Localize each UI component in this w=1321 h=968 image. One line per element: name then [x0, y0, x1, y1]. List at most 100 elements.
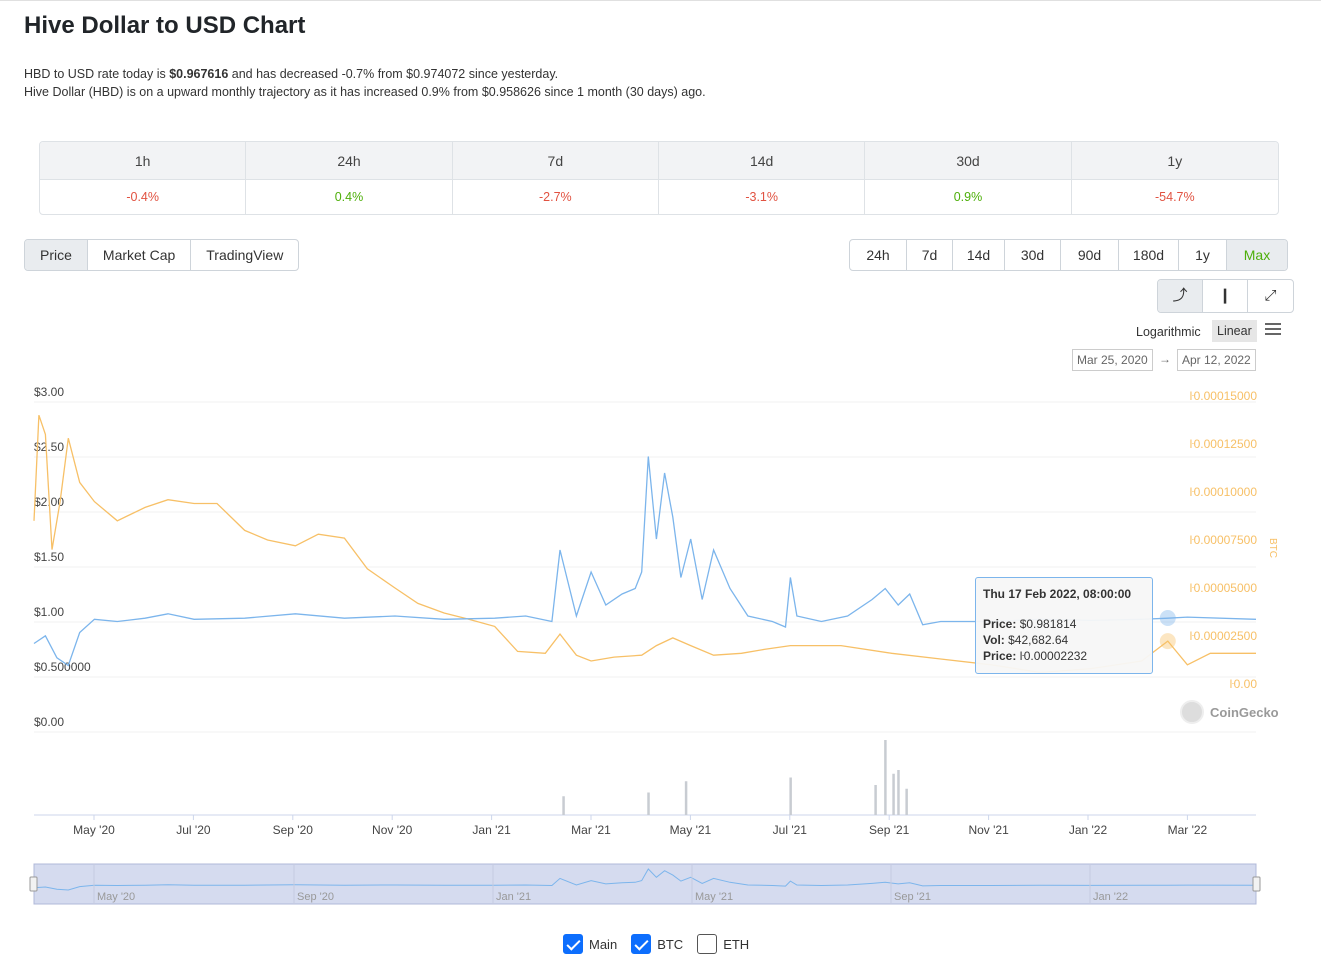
tooltip-btc: Price: ŀ0.00002232: [983, 648, 1145, 664]
perf-value: -0.4%: [126, 190, 159, 204]
tab-price[interactable]: Price: [25, 240, 88, 270]
y-left-tick-label: $2.50: [34, 440, 64, 454]
x-tick-label: Sep '20: [273, 823, 314, 837]
series-legend: Main BTC ETH: [563, 934, 749, 954]
chart-view-tabs: ⤴ ❙ ⤢: [1157, 279, 1294, 313]
tooltip-price-value: $0.981814: [1016, 617, 1077, 631]
legend-main[interactable]: Main: [563, 934, 617, 954]
usd-hover-marker: [1159, 610, 1176, 627]
y-left-tick-label: $1.00: [34, 605, 64, 619]
hamburger-menu-icon[interactable]: [1265, 323, 1281, 337]
perf-header: 1h: [40, 142, 246, 180]
perf-col-1y: 1y -54.7%: [1071, 142, 1278, 214]
perf-col-7d: 7d -2.7%: [452, 142, 659, 214]
top-border: [0, 0, 1321, 3]
perf-header: 30d: [865, 142, 1071, 180]
x-tick-label: Mar '22: [1168, 823, 1208, 837]
y-right-tick-label: ŀ0.00: [1230, 677, 1258, 691]
range-180d[interactable]: 180d: [1119, 240, 1179, 270]
perf-col-14d: 14d -3.1%: [658, 142, 866, 214]
legend-eth[interactable]: ETH: [697, 934, 749, 954]
gecko-logo-icon: [1180, 700, 1204, 724]
perf-col-1h: 1h -0.4%: [40, 142, 247, 214]
x-tick-label: Jul '21: [773, 823, 808, 837]
y-right-axis-label: BTC: [1267, 538, 1278, 558]
navigator-tick-label: May '21: [695, 891, 733, 903]
volume-bar: [789, 777, 792, 815]
range-max[interactable]: Max: [1227, 240, 1287, 270]
perf-col-30d: 30d 0.9%: [865, 142, 1072, 214]
watermark-text: CoinGecko: [1210, 704, 1279, 720]
current-price: $0.967616: [169, 67, 229, 81]
y-right-tick-label: ŀ0.00012500: [1190, 437, 1258, 451]
navigator-window: [33, 863, 1257, 905]
range-24h[interactable]: 24h: [850, 240, 907, 270]
summary-prefix: HBD to USD rate today is: [24, 67, 170, 81]
range-30d[interactable]: 30d: [1005, 240, 1061, 270]
y-right-tick-label: ŀ0.00015000: [1190, 389, 1258, 403]
logarithmic-scale-button[interactable]: Logarithmic: [1136, 325, 1201, 339]
legend-checkbox[interactable]: [631, 934, 652, 954]
summary-suffix: and has decreased -0.7% from $0.974072 s…: [228, 67, 559, 81]
navigator-tick-label: May '20: [97, 891, 135, 903]
perf-col-24h: 24h 0.4%: [246, 142, 453, 214]
x-tick-label: Mar '21: [571, 823, 611, 837]
volume-bar: [684, 781, 688, 815]
linear-scale-button[interactable]: Linear: [1212, 320, 1257, 342]
legend-label: ETH: [723, 936, 750, 952]
date-from-input[interactable]: Mar 25, 2020: [1072, 349, 1153, 371]
x-tick-label: Nov '21: [968, 823, 1009, 837]
legend-label: BTC: [657, 936, 684, 952]
perf-value: -3.1%: [745, 190, 778, 204]
x-tick-label: Sep '21: [869, 823, 910, 837]
y-left-tick-label: $0.00: [34, 715, 64, 729]
tooltip-vol-label: Vol:: [983, 633, 1005, 647]
summary-line-2: Hive Dollar (HBD) is on a upward monthly…: [24, 85, 706, 99]
navigator-tick-label: Jan '21: [496, 891, 531, 903]
legend-label: Main: [589, 936, 618, 952]
y-right-tick-label: ŀ0.00007500: [1190, 533, 1258, 547]
perf-value: 0.4%: [334, 190, 364, 204]
legend-checkbox[interactable]: [563, 934, 583, 954]
volume-bar: [892, 773, 895, 815]
range-90d[interactable]: 90d: [1061, 240, 1119, 270]
navigator-right-handle: [1252, 876, 1261, 892]
volume-bar: [884, 740, 887, 815]
volume-bar: [874, 785, 877, 815]
price-summary: HBD to USD rate today is $0.967616 and h…: [24, 65, 706, 101]
x-tick-label: Nov '20: [372, 823, 413, 837]
tooltip-price-label: Price:: [983, 617, 1017, 631]
y-left-tick-label: $3.00: [34, 385, 64, 399]
range-1y[interactable]: 1y: [1179, 240, 1227, 270]
navigator-tick-label: Jan '22: [1093, 891, 1128, 903]
navigator-tick-label: Sep '21: [894, 891, 931, 903]
legend-btc[interactable]: BTC: [631, 934, 683, 954]
performance-table: 1h -0.4% 24h 0.4% 7d -2.7% 14d -3.1% 30d 0.9% 1y -5…: [39, 141, 1279, 215]
range-7d[interactable]: 7d: [907, 240, 953, 270]
y-right-tick-label: ŀ0.00005000: [1190, 581, 1258, 595]
volume-bar: [562, 796, 565, 815]
tooltip-vol-value: $42,682.64: [1004, 633, 1069, 647]
candlestick-icon[interactable]: ❙: [1203, 280, 1248, 312]
line-chart-icon[interactable]: ⤴: [1158, 280, 1203, 312]
tab-tradingview[interactable]: TradingView: [191, 240, 298, 270]
x-tick-label: May '21: [670, 823, 712, 837]
x-tick-label: Jan '22: [1069, 823, 1108, 837]
navigator-left-handle: [29, 876, 38, 892]
range-14d[interactable]: 14d: [953, 240, 1005, 270]
tab-market-cap[interactable]: Market Cap: [88, 240, 192, 270]
x-tick-label: May '20: [73, 823, 115, 837]
x-tick-label: Jan '21: [472, 823, 511, 837]
chart-tooltip: Thu 17 Feb 2022, 08:00:00 Price: $0.9818…: [975, 577, 1153, 674]
tooltip-date: Thu 17 Feb 2022, 08:00:00: [983, 587, 1132, 601]
perf-value: -54.7%: [1155, 190, 1195, 204]
legend-checkbox[interactable]: [697, 934, 718, 954]
perf-header: 24h: [246, 142, 452, 180]
coingecko-watermark: CoinGecko: [1180, 700, 1279, 724]
volume-bar: [647, 792, 650, 815]
y-left-tick-label: $1.50: [34, 550, 64, 564]
date-arrow: →: [1159, 352, 1171, 366]
fullscreen-icon[interactable]: ⤢: [1248, 280, 1293, 312]
summary-line-1: HBD to USD rate today is $0.967616 and h…: [24, 65, 706, 83]
date-to-input[interactable]: Apr 12, 2022: [1177, 349, 1256, 371]
